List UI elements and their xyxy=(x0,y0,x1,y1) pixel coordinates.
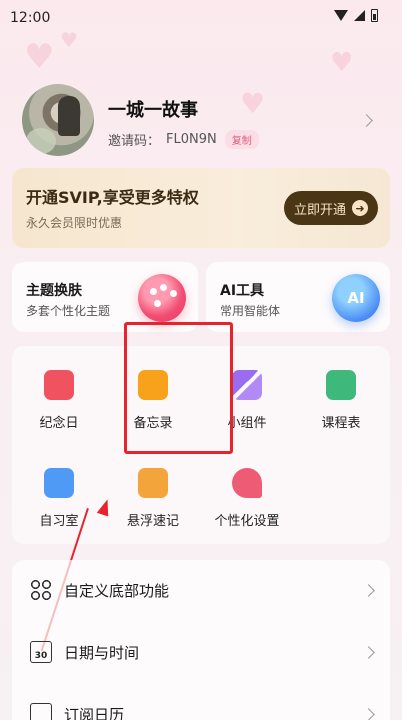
ai-tools-title: AI工具 xyxy=(220,283,265,299)
list-label: 订阅日历 xyxy=(64,706,125,720)
battery-icon xyxy=(371,9,378,22)
invite-label: 邀请码： xyxy=(108,134,161,149)
list-label: 自定义底部功能 xyxy=(64,582,170,600)
grid-label: 个性化设置 xyxy=(214,514,280,529)
theme-skin-card[interactable]: 主题换肤 多套个性化主题 xyxy=(12,262,198,332)
decor-heart-icon: ♥ xyxy=(24,37,55,77)
vip-banner[interactable]: 开通SVIP,享受更多特权 永久会员限时优惠 立即开通 ➜ xyxy=(12,168,390,248)
open-vip-label: 立即开通 xyxy=(293,202,346,218)
settings-list: 自定义底部功能 30 日期与时间 订阅日历 xyxy=(12,560,390,720)
grid-label: 自习室 xyxy=(39,514,79,529)
grid-item-anniversary[interactable]: 纪念日 xyxy=(12,360,106,440)
status-icons xyxy=(334,9,378,22)
ai-tools-card[interactable]: AI工具 常用智能体 AI xyxy=(206,262,390,332)
vip-subtitle: 永久会员限时优惠 xyxy=(26,216,123,230)
avatar[interactable] xyxy=(22,84,94,156)
grid-label: 纪念日 xyxy=(39,416,79,431)
arrow-right-icon: ➜ xyxy=(352,200,368,216)
grid-item-memo[interactable]: 备忘录 xyxy=(106,360,200,440)
username: 一城一故事 xyxy=(108,100,198,121)
course-book-icon xyxy=(326,370,356,400)
grid-label: 课程表 xyxy=(321,416,361,431)
profile-row[interactable]: 一城一故事 邀请码： FL0N9N 复制 xyxy=(22,84,382,156)
list-item-date-time[interactable]: 30 日期与时间 xyxy=(12,622,390,682)
calendar-30-icon: 30 xyxy=(30,641,52,663)
list-label: 日期与时间 xyxy=(64,644,140,662)
invite-row: 邀请码： FL0N9N 复制 xyxy=(108,130,259,149)
chevron-right-icon xyxy=(362,646,375,659)
wifi-icon xyxy=(334,10,348,21)
copy-button[interactable]: 复制 xyxy=(224,130,259,149)
calendar-30-text: 30 xyxy=(34,651,48,661)
grid-item-floating-note[interactable]: 悬浮速记 xyxy=(106,458,200,538)
grid-item-personalize[interactable]: 个性化设置 xyxy=(200,458,294,538)
chevron-right-icon xyxy=(362,708,375,720)
theme-skin-title: 主题换肤 xyxy=(26,283,82,299)
theme-skin-subtitle: 多套个性化主题 xyxy=(26,304,111,318)
calendar-heart-icon xyxy=(44,370,74,400)
ai-icon: AI xyxy=(332,274,380,322)
grid-label: 小组件 xyxy=(227,416,267,431)
status-time: 12:00 xyxy=(10,10,51,26)
ai-tools-subtitle: 常用智能体 xyxy=(220,304,281,318)
vip-title: 开通SVIP,享受更多特权 xyxy=(26,188,199,207)
floating-note-icon xyxy=(138,468,168,498)
list-item-custom-bottom[interactable]: 自定义底部功能 xyxy=(12,560,390,620)
grid-circles-icon xyxy=(30,579,52,601)
grid-item-study-room[interactable]: 自习室 xyxy=(12,458,106,538)
signal-icon xyxy=(354,10,365,21)
chevron-right-icon xyxy=(362,584,375,597)
subscribe-calendar-icon xyxy=(30,703,52,720)
tools-grid: 纪念日 备忘录 小组件 课程表 自习室 悬浮速记 个性化设置 xyxy=(12,346,390,544)
palette-icon xyxy=(138,274,186,322)
grid-label: 备忘录 xyxy=(133,416,173,431)
grid-item-widgets[interactable]: 小组件 xyxy=(200,360,294,440)
status-bar: 12:00 xyxy=(0,0,402,36)
decor-heart-icon: ♥ xyxy=(330,48,354,78)
memo-bookmark-icon xyxy=(138,370,168,400)
widgets-icon xyxy=(232,370,262,400)
grid-label: 悬浮速记 xyxy=(126,514,179,529)
chevron-right-icon[interactable] xyxy=(360,114,373,127)
personalize-star-icon xyxy=(232,468,262,498)
invite-code: FL0N9N xyxy=(166,132,217,147)
study-room-icon xyxy=(44,468,74,498)
list-item-subscribe-calendar[interactable]: 订阅日历 xyxy=(12,684,390,720)
open-vip-button[interactable]: 立即开通 ➜ xyxy=(284,191,378,225)
grid-item-course[interactable]: 课程表 xyxy=(294,360,388,440)
